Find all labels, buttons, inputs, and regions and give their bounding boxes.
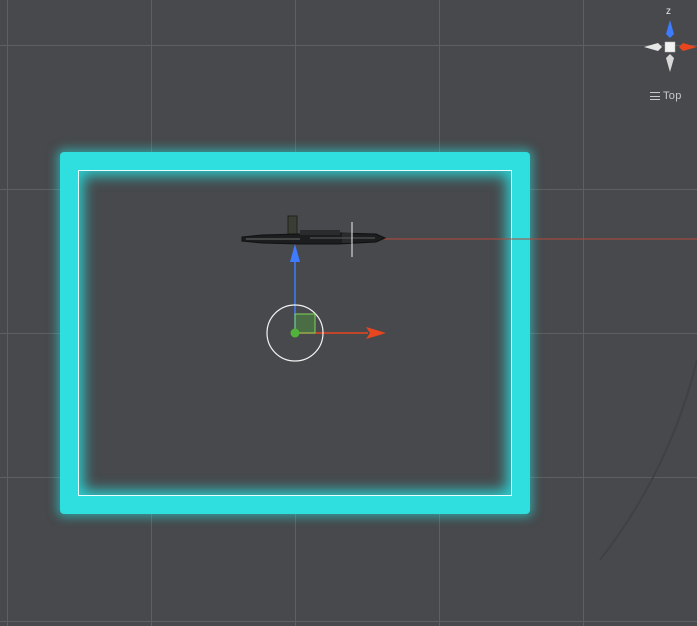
pivot-point[interactable]: [290, 328, 300, 338]
hamburger-menu-icon[interactable]: [650, 92, 660, 100]
rifle-model-icon[interactable]: [241, 215, 387, 257]
z-axis-arrow-icon[interactable]: [290, 244, 300, 262]
scene-view-viewport[interactable]: z Top: [0, 0, 697, 626]
scene-overlay: [241, 215, 697, 561]
gizmo-x-cone[interactable]: [679, 43, 697, 51]
view-mode-toggle[interactable]: Top: [650, 90, 682, 102]
x-axis-arrow-icon[interactable]: [366, 327, 386, 339]
view-label[interactable]: Top: [663, 90, 682, 102]
shadow-edge: [599, 359, 697, 561]
gizmo-axis-label: z: [666, 6, 671, 17]
gizmo-center-cube[interactable]: [664, 41, 676, 53]
gizmo-negx-cone[interactable]: [644, 43, 662, 51]
gizmo-negz-cone[interactable]: [666, 54, 674, 72]
gizmo-z-cone[interactable]: [666, 20, 674, 38]
move-tool-handle-icon[interactable]: [266, 244, 386, 362]
